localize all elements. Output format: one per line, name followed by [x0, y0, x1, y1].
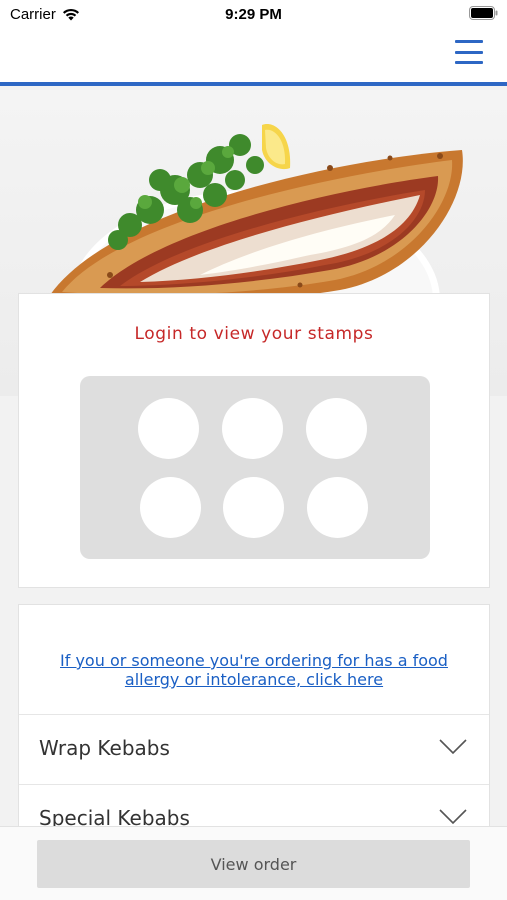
- stamps-login-prompt[interactable]: Login to view your stamps: [19, 324, 489, 344]
- stamp-slot: [223, 477, 284, 538]
- stamp-slot: [307, 477, 368, 538]
- stamp-grid: [80, 376, 430, 559]
- status-time: 9:29 PM: [225, 6, 282, 23]
- chevron-down-icon: [439, 739, 467, 755]
- app-header: [0, 30, 507, 86]
- hamburger-menu-icon[interactable]: [455, 40, 483, 64]
- stamp-slot: [222, 398, 283, 459]
- view-order-button[interactable]: View order: [37, 840, 470, 888]
- stamps-card: Login to view your stamps: [18, 293, 490, 588]
- battery-icon: [469, 6, 498, 20]
- menu-category-wrap-kebabs[interactable]: Wrap Kebabs: [19, 714, 489, 784]
- status-right: [469, 6, 499, 24]
- stamp-slot: [140, 477, 201, 538]
- menu-category-label: Wrap Kebabs: [39, 736, 170, 760]
- stamp-slot: [306, 398, 367, 459]
- status-bar: Carrier 9:29 PM: [0, 0, 507, 30]
- allergy-info-link[interactable]: If you or someone you're ordering for ha…: [19, 651, 489, 689]
- bottom-bar: View order: [0, 826, 507, 900]
- chevron-down-icon: [439, 809, 467, 825]
- stamp-slot: [138, 398, 199, 459]
